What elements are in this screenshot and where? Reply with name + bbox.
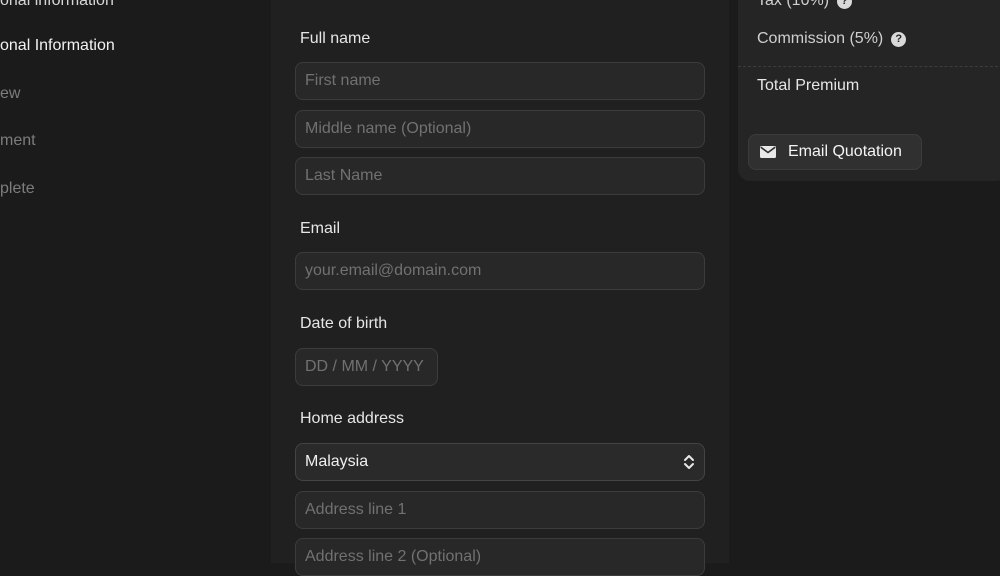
premium-summary-panel: Tax (10%)? Commission (5%)? Total Premiu… [738, 0, 1000, 181]
envelope-icon [760, 146, 776, 158]
commission-label: Commission (5%) [757, 30, 884, 47]
summary-divider [738, 66, 1000, 67]
email-input[interactable] [295, 252, 705, 290]
tax-label: Tax (10%) [757, 0, 830, 9]
tax-row: Tax (10%)? [757, 0, 853, 10]
full-name-label: Full name [300, 30, 371, 47]
email-quotation-label: Email Quotation [788, 143, 902, 160]
total-premium-label: Total Premium [757, 77, 860, 94]
step-item-personal-information-completed[interactable]: onal information [0, 0, 114, 10]
chevron-up-down-icon [684, 455, 694, 469]
email-label: Email [300, 220, 341, 237]
first-name-input[interactable] [295, 62, 705, 100]
question-circle-icon[interactable]: ? [837, 0, 853, 9]
country-select[interactable]: Malaysia [295, 443, 705, 481]
question-circle-icon[interactable]: ? [891, 32, 907, 47]
email-quotation-button[interactable]: Email Quotation [748, 134, 922, 170]
country-select-value: Malaysia [305, 453, 369, 470]
address-line-1-input[interactable] [295, 491, 705, 529]
personal-info-form: Full name Email Date of birth Home addre… [271, 0, 729, 576]
dob-label: Date of birth [300, 315, 388, 332]
commission-row: Commission (5%)? [757, 30, 907, 48]
last-name-input[interactable] [295, 157, 705, 195]
step-item-review[interactable]: ew [0, 85, 20, 103]
home-address-label: Home address [300, 410, 405, 427]
address-line-2-input[interactable] [295, 538, 705, 576]
dob-input[interactable] [295, 348, 438, 386]
middle-name-input[interactable] [295, 110, 705, 148]
step-item-payment[interactable]: ment [0, 132, 36, 150]
step-sidebar: onal information onal Information ew men… [0, 0, 270, 563]
step-item-complete[interactable]: plete [0, 180, 35, 198]
step-item-personal-information-current[interactable]: onal Information [0, 37, 115, 55]
